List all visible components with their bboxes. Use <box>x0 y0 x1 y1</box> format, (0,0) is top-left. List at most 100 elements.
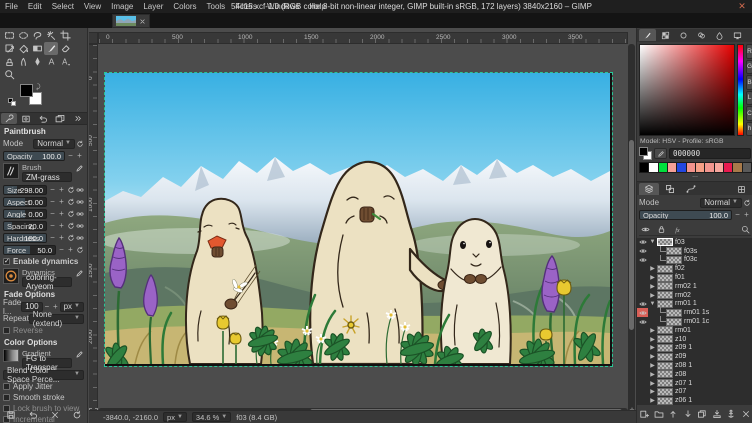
brush-name[interactable]: ZM-grass <box>22 172 72 182</box>
layer-thumbnail[interactable] <box>657 265 673 273</box>
new-layer-button[interactable] <box>638 408 650 420</box>
layer-row[interactable]: rm01 1s <box>637 308 752 317</box>
tab-undo-history[interactable] <box>35 113 51 124</box>
brush-row[interactable]: Brush ZM-grass <box>3 163 84 182</box>
layer-expander[interactable]: ▶ <box>648 283 657 290</box>
layer-expander[interactable]: ▶ <box>648 397 657 404</box>
channel-G[interactable]: G <box>746 60 752 75</box>
layer-row[interactable]: ▶f02 <box>637 264 752 273</box>
gradient-edit-icon[interactable] <box>75 349 84 359</box>
menu-colors[interactable]: Colors <box>168 0 201 13</box>
layer-row[interactable]: ▶z07 <box>637 388 752 397</box>
layer-row[interactable]: ▼f03 <box>637 238 752 247</box>
brush-edit-icon[interactable] <box>75 163 84 173</box>
menu-windows[interactable]: Windows <box>262 0 304 13</box>
horizontal-ruler[interactable]: 0500100015002000250030003500 <box>98 32 628 44</box>
image-tab[interactable] <box>112 14 150 28</box>
layer-thumbnail[interactable] <box>666 318 682 326</box>
minus-button[interactable]: − <box>48 197 57 207</box>
layer-row[interactable]: f03c <box>637 256 752 265</box>
layer-thumbnail[interactable] <box>657 388 673 396</box>
layer-expander[interactable]: ▶ <box>648 265 657 272</box>
layer-thumbnail[interactable] <box>666 309 682 317</box>
layer-thumbnail[interactable] <box>657 344 673 352</box>
option-smooth-stroke[interactable]: Smooth stroke <box>3 392 84 402</box>
layer-thumbnail[interactable] <box>657 370 673 378</box>
layer-row[interactable]: ▶z10 <box>637 335 752 344</box>
tool-paintbrush[interactable] <box>44 42 58 55</box>
duplicate-layer-button[interactable] <box>696 408 708 420</box>
menu-help[interactable]: Help <box>304 0 330 13</box>
tool-transform[interactable] <box>2 42 16 55</box>
minus-button[interactable]: − <box>48 185 57 195</box>
channel-L[interactable]: L <box>746 91 752 106</box>
layer-thumbnail[interactable] <box>666 256 682 264</box>
layer-row[interactable]: ▶z09 1 <box>637 344 752 353</box>
minus-button[interactable]: − <box>57 245 66 255</box>
palette-selector-tab[interactable] <box>657 29 674 41</box>
checkbox[interactable] <box>3 383 10 390</box>
default-colors-icon[interactable] <box>8 98 17 107</box>
hex-input[interactable] <box>669 148 751 159</box>
tool-clone[interactable] <box>2 55 16 68</box>
reset-icon[interactable] <box>66 197 75 207</box>
dock-expand-icon[interactable] <box>70 113 86 124</box>
dynamics-row[interactable]: Dynamics coloring-Aryeom <box>3 268 84 287</box>
checkbox[interactable] <box>3 394 10 401</box>
menu-select[interactable]: Select <box>47 0 79 13</box>
tool-rectangle-select[interactable] <box>2 29 16 42</box>
layer-visibility-toggle[interactable] <box>637 247 648 256</box>
image-tab-close-icon[interactable] <box>139 18 146 25</box>
layer-visibility-toggle[interactable] <box>637 317 648 326</box>
dynamics-edit-icon[interactable] <box>75 268 84 278</box>
blend-space-select[interactable]: Blend Color Space Perce...▼ <box>3 370 84 380</box>
layer-visibility-toggle[interactable] <box>637 379 648 388</box>
canvas[interactable] <box>105 73 612 366</box>
layer-row[interactable]: ▶rm01 <box>637 326 752 335</box>
enable-dynamics-checkbox[interactable]: ✓ <box>3 258 10 265</box>
layer-expander[interactable]: ▶ <box>648 388 657 395</box>
saturation-value-square[interactable] <box>639 44 735 136</box>
tool-gradient[interactable] <box>30 42 44 55</box>
layer-visibility-toggle[interactable] <box>637 388 648 397</box>
vertical-scrollbar[interactable] <box>628 44 635 418</box>
layer-expander[interactable]: ▶ <box>648 327 657 334</box>
color-history-more[interactable]: ... <box>637 173 752 179</box>
layer-mode-select[interactable]: Normal▼ <box>700 198 742 208</box>
reverse-checkbox[interactable] <box>3 327 10 334</box>
layer-visibility-toggle[interactable] <box>637 335 648 344</box>
layer-thumbnail[interactable] <box>657 353 673 361</box>
menu-view[interactable]: View <box>79 0 106 13</box>
layer-expander[interactable]: ▶ <box>648 362 657 369</box>
layers-tab[interactable] <box>639 183 659 195</box>
tool-bucket-fill[interactable] <box>16 42 30 55</box>
tool-fuzzy-select[interactable] <box>44 29 58 42</box>
layer-expander[interactable]: ▶ <box>648 380 657 387</box>
menu-image[interactable]: Image <box>106 0 138 13</box>
slider-angle[interactable]: Angle0.00−+ <box>3 208 84 219</box>
fg-bg-colors[interactable]: ⤸ <box>6 84 87 110</box>
gimp-selector-tab[interactable] <box>639 29 656 41</box>
layer-expander[interactable]: ▶ <box>648 353 657 360</box>
channels-tab[interactable] <box>660 183 680 195</box>
plus-button[interactable]: + <box>57 185 66 195</box>
reset-icon[interactable] <box>66 185 75 195</box>
link-icon[interactable] <box>75 221 84 231</box>
layer-visibility-toggle[interactable] <box>637 370 648 379</box>
slider-force[interactable]: Force50.0−+ <box>3 244 84 255</box>
paths-tab[interactable] <box>681 183 701 195</box>
tool-zoom[interactable] <box>2 68 16 81</box>
layer-expander[interactable]: ▼ <box>648 301 657 307</box>
tool-text[interactable]: A <box>44 55 58 68</box>
dynamics-name[interactable]: coloring-Aryeom <box>22 277 72 287</box>
layer-thumbnail[interactable] <box>666 247 682 255</box>
reset-icon[interactable] <box>66 209 75 219</box>
channel-R[interactable]: R <box>746 44 752 59</box>
layer-thumbnail[interactable] <box>657 397 673 405</box>
zoom-select[interactable]: 34.6 %▼ <box>192 412 231 422</box>
tool-eraser[interactable] <box>58 42 72 55</box>
raise-layer-button[interactable] <box>667 408 679 420</box>
reset-icon[interactable] <box>66 221 75 231</box>
layer-visibility-toggle[interactable] <box>637 291 648 300</box>
layer-row[interactable]: ▶z07 1 <box>637 379 752 388</box>
